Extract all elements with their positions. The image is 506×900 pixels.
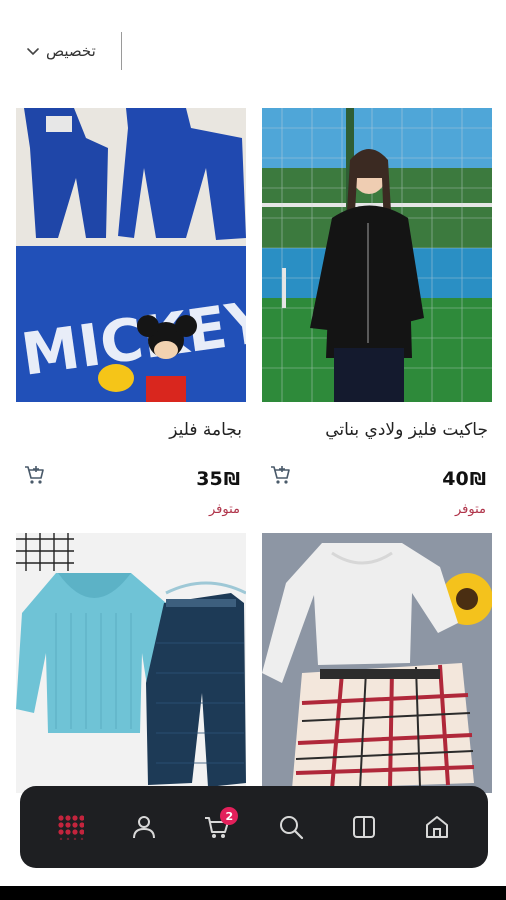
product-card[interactable] xyxy=(262,533,492,793)
currency-symbol: ₪ xyxy=(223,469,240,490)
filter-label: تخصيص xyxy=(46,42,96,60)
account-button[interactable] xyxy=(122,805,166,849)
jacket-image xyxy=(262,108,492,402)
search-button[interactable] xyxy=(269,805,313,849)
product-image[interactable] xyxy=(262,108,492,402)
product-image[interactable]: MICKEY xyxy=(16,108,246,402)
customize-filter-button[interactable]: تخصيص xyxy=(26,42,96,60)
user-icon xyxy=(132,816,155,839)
cart-count-badge: 2 xyxy=(220,807,239,825)
chevron-down-icon xyxy=(27,48,39,56)
add-to-cart-icon[interactable] xyxy=(24,464,46,486)
pajama-image: MICKEY xyxy=(16,108,246,402)
divider xyxy=(121,32,122,70)
product-image[interactable] xyxy=(262,533,492,793)
product-card[interactable]: جاكيت فليز ولادي بناتي 40 ₪ متوفر xyxy=(262,108,492,517)
search-icon xyxy=(279,816,303,840)
price-value: 35 xyxy=(196,468,223,490)
home-icon xyxy=(426,816,449,838)
product-card[interactable] xyxy=(16,533,246,793)
product-title[interactable]: جاكيت فليز ولادي بناتي xyxy=(325,420,488,440)
cart-button[interactable]: 2 xyxy=(195,805,239,849)
product-price: 35 ₪ xyxy=(196,468,240,490)
catalog-button[interactable] xyxy=(342,805,386,849)
sweater-set-image xyxy=(16,533,246,793)
product-title[interactable]: بجامة فليز xyxy=(169,420,242,440)
stock-status: متوفر xyxy=(455,502,486,517)
system-navigation-bar xyxy=(0,886,506,900)
product-price: 40 ₪ xyxy=(442,468,486,490)
menu-button[interactable] xyxy=(49,805,93,849)
catalog-icon xyxy=(352,816,375,838)
filter-bar: تخصيص xyxy=(26,32,122,70)
stock-status: متوفر xyxy=(209,502,240,517)
home-button[interactable] xyxy=(415,805,459,849)
bottom-navigation: 2 xyxy=(20,786,488,868)
grid-menu-icon xyxy=(58,815,84,840)
currency-symbol: ₪ xyxy=(469,469,486,490)
product-image[interactable] xyxy=(16,533,246,793)
product-card[interactable]: MICKEY بجامة فليز 35 ₪ متوفر xyxy=(16,108,246,517)
add-to-cart-icon[interactable] xyxy=(270,464,292,486)
price-value: 40 xyxy=(442,468,469,490)
plaid-set-image xyxy=(262,533,492,793)
